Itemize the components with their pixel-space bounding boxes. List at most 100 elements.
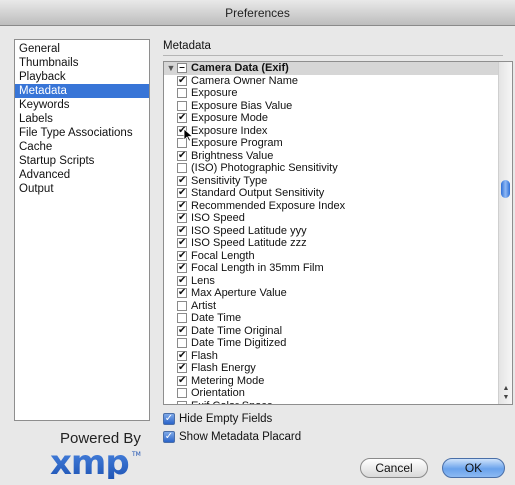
field-label: Orientation [191,387,245,399]
field-label: Recommended Exposure Index [191,199,346,212]
field-label: Standard Output Sensitivity [191,187,325,199]
metadata-field-row[interactable]: ✔ Brightness Value [164,150,498,163]
sidebar-item-keywords[interactable]: Keywords [15,98,149,112]
sidebar-item-playback[interactable]: Playback [15,70,149,84]
metadata-field-row[interactable]: ✔ Exposure Mode [164,112,498,125]
metadata-field-row[interactable]: ✔ Exposure Index [164,125,498,138]
sidebar-item-thumbnails[interactable]: Thumbnails [15,56,149,70]
svg-text:xmp: xmp [50,447,129,479]
sidebar-item-startup-scripts[interactable]: Startup Scripts [15,154,149,168]
hide-empty-fields-option[interactable]: ✓ Hide Empty Fields [163,412,272,426]
metadata-field-row[interactable]: ✔ Flash [164,350,498,363]
field-checkbox[interactable] [177,388,187,398]
field-checkbox[interactable]: ✔ [177,363,187,373]
metadata-field-row[interactable]: ✔ Max Aperture Value [164,287,498,300]
field-checkbox[interactable]: ✔ [177,75,187,86]
disclosure-triangle-icon[interactable]: ▼ [166,62,176,75]
field-checkbox[interactable]: ✔ [177,275,187,286]
sidebar-item-general[interactable]: General [15,42,149,56]
field-checkbox[interactable]: ✔ [177,263,187,273]
field-label: ISO Speed [191,212,245,224]
group-label: Camera Data (Exif) [191,62,289,74]
field-checkbox[interactable] [177,338,187,348]
field-checkbox[interactable]: ✔ [177,200,187,211]
metadata-field-row[interactable]: ✔ ISO Speed [164,212,498,225]
metadata-field-row[interactable]: Exposure Bias Value [164,100,498,113]
field-label: Focal Length [191,249,255,262]
show-metadata-placard-option[interactable]: ✓ Show Metadata Placard [163,430,301,444]
metadata-field-row[interactable]: ✔ ISO Speed Latitude zzz [164,237,498,250]
sidebar-item-output[interactable]: Output [15,182,149,196]
field-label: Exposure [191,87,238,99]
window-titlebar: Preferences [0,0,515,26]
scrollbar-thumb[interactable] [501,180,510,198]
field-checkbox[interactable] [177,300,187,311]
field-label: Date Time Digitized [191,337,287,349]
field-checkbox[interactable]: ✔ [177,375,187,386]
metadata-field-row[interactable]: ✔ Camera Owner Name [164,75,498,88]
tree-scrollbar[interactable]: ▲ ▼ [498,62,512,404]
field-checkbox[interactable]: ✔ [177,188,187,198]
field-label: ISO Speed Latitude yyy [191,224,307,237]
field-label: Date Time Original [191,324,283,337]
field-label: ISO Speed Latitude zzz [191,237,307,249]
group-row-camera-data[interactable]: ▼ – Camera Data (Exif) [164,62,498,75]
cancel-button[interactable]: Cancel [360,458,428,478]
field-label: Date Time [191,312,242,324]
metadata-field-row[interactable]: ✔ Metering Mode [164,375,498,388]
metadata-field-row[interactable]: ✔ Recommended Exposure Index [164,200,498,213]
field-label: Exposure Bias Value [191,99,293,112]
metadata-field-row[interactable]: ✔ Flash Energy [164,362,498,375]
metadata-field-row[interactable]: ✔ Focal Length [164,250,498,263]
field-checkbox[interactable] [177,400,187,404]
field-checkbox[interactable]: ✔ [177,213,187,223]
field-checkbox[interactable]: ✔ [177,113,187,123]
metadata-field-row[interactable]: Date Time Digitized [164,337,498,350]
metadata-field-row[interactable]: Exposure [164,87,498,100]
sidebar-item-metadata[interactable]: Metadata [15,84,149,98]
hide-empty-fields-checkbox[interactable]: ✓ [163,412,175,425]
metadata-field-row[interactable]: ✔ Date Time Original [164,325,498,338]
field-label: Exif Color Space [191,400,273,405]
scroll-down-arrow-icon[interactable]: ▼ [500,393,512,403]
field-label: Exposure Program [191,137,283,149]
metadata-field-row[interactable]: ✔ ISO Speed Latitude yyy [164,225,498,238]
window-title: Preferences [225,6,290,20]
metadata-field-row[interactable]: Artist [164,300,498,313]
field-checkbox[interactable] [177,88,187,98]
field-label: Max Aperture Value [191,287,287,299]
metadata-field-row[interactable]: (ISO) Photographic Sensitivity [164,162,498,175]
field-label: Metering Mode [191,374,265,387]
sidebar-item-advanced[interactable]: Advanced [15,168,149,182]
field-checkbox[interactable]: ✔ [177,350,187,361]
metadata-field-row[interactable]: ✔ Lens [164,275,498,288]
metadata-field-row[interactable]: Exposure Program [164,137,498,150]
metadata-field-row[interactable]: Orientation [164,387,498,400]
field-checkbox[interactable] [177,100,187,111]
field-checkbox[interactable]: ✔ [177,225,187,236]
ok-button[interactable]: OK [442,458,505,478]
field-checkbox[interactable] [177,163,187,173]
metadata-field-row[interactable]: Date Time [164,312,498,325]
field-checkbox[interactable]: ✔ [177,175,187,186]
metadata-field-row[interactable]: ✔ Standard Output Sensitivity [164,187,498,200]
sidebar-item-cache[interactable]: Cache [15,140,149,154]
field-checkbox[interactable]: ✔ [177,288,187,298]
field-checkbox[interactable] [177,313,187,323]
field-checkbox[interactable]: ✔ [177,325,187,336]
sidebar-item-labels[interactable]: Labels [15,112,149,126]
group-mixed-checkbox[interactable]: – [177,63,187,73]
field-label: Exposure Index [191,124,268,137]
field-label: Flash Energy [191,362,256,374]
metadata-field-row[interactable]: ✔ Sensitivity Type [164,175,498,188]
metadata-field-row[interactable]: Exif Color Space [164,400,498,405]
field-checkbox[interactable]: ✔ [177,250,187,261]
field-label: Sensitivity Type [191,174,268,187]
field-label: Lens [191,274,215,287]
metadata-field-row[interactable]: ✔ Focal Length in 35mm Film [164,262,498,275]
field-checkbox[interactable]: ✔ [177,238,187,248]
show-metadata-placard-checkbox[interactable]: ✓ [163,430,175,443]
preferences-sidebar: General Thumbnails Playback Metadata Key… [14,39,150,421]
field-checkbox[interactable]: ✔ [177,150,187,161]
sidebar-item-file-type-associations[interactable]: File Type Associations [15,126,149,140]
